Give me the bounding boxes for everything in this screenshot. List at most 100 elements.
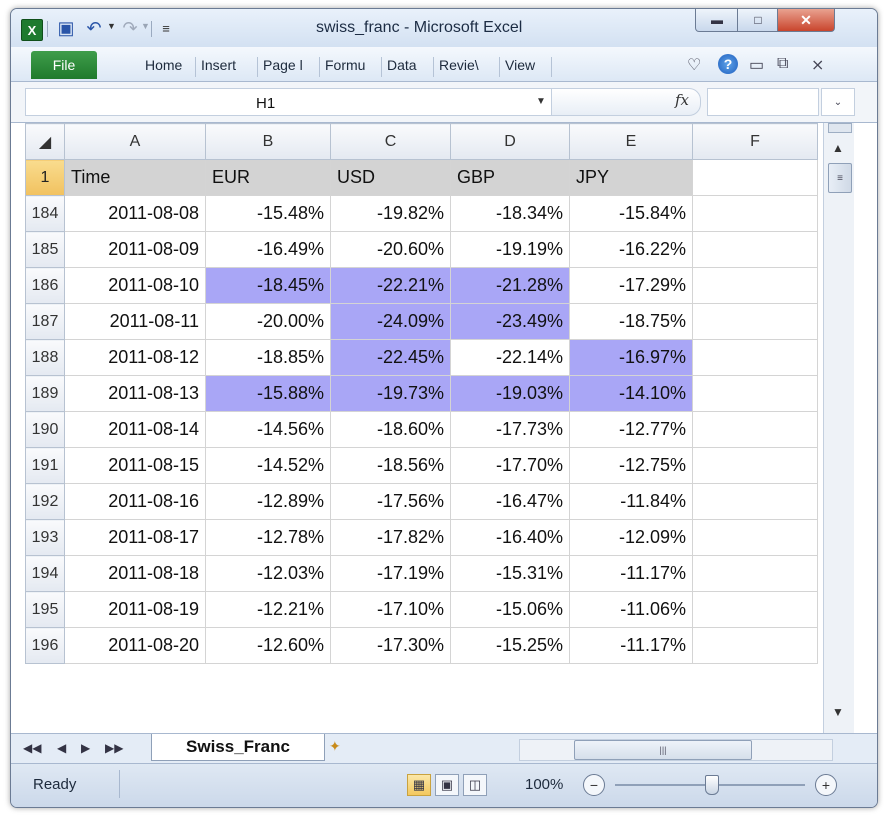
scroll-down-icon[interactable]: ▼ [832,705,844,719]
cell[interactable]: -12.78% [205,519,331,556]
cell[interactable] [692,303,818,340]
normal-view-button[interactable]: ▦ [407,774,431,796]
zoom-level[interactable]: 100% [525,776,563,793]
cell[interactable] [692,159,818,196]
row-header[interactable]: 193 [25,519,65,556]
maximize-button[interactable]: □ [737,9,779,32]
cell[interactable]: -12.89% [205,483,331,520]
excel-logo-icon[interactable]: X [21,19,43,41]
cell[interactable]: -14.52% [205,447,331,484]
cell[interactable]: 2011-08-16 [64,483,206,520]
prev-sheet-icon[interactable]: ◀ [57,741,66,755]
horizontal-scrollbar[interactable]: ||| [519,739,833,761]
cell[interactable]: -20.00% [205,303,331,340]
undo-dropdown-icon[interactable]: ▼ [107,21,116,31]
cell[interactable]: -15.31% [450,555,570,592]
column-header-c[interactable]: C [330,123,451,160]
cell[interactable] [692,375,818,412]
row-header[interactable]: 186 [25,267,65,304]
cell[interactable]: 2011-08-11 [64,303,206,340]
name-box-dropdown-icon[interactable]: ▼ [536,96,546,107]
sheet-tab-swiss-franc[interactable]: Swiss_Franc [151,734,325,761]
cell[interactable] [692,267,818,304]
row-header[interactable]: 188 [25,339,65,376]
select-all-corner[interactable]: ◢ [25,123,65,160]
undo-icon[interactable]: ↶ [83,17,105,39]
cell[interactable]: 2011-08-13 [64,375,206,412]
workbook-close-icon[interactable]: ⨯ [811,55,824,75]
cell[interactable] [692,483,818,520]
tab-insert[interactable]: Insert [201,57,253,73]
column-header-b[interactable]: B [205,123,331,160]
insert-sheet-icon[interactable]: ✦ [329,738,363,758]
minimize-button[interactable]: ▬ [695,9,739,32]
cell[interactable] [692,411,818,448]
cell[interactable]: -15.06% [450,591,570,628]
cell[interactable]: -15.84% [569,195,693,232]
cell[interactable]: -17.73% [450,411,570,448]
row-header[interactable]: 184 [25,195,65,232]
cell[interactable]: -14.10% [569,375,693,412]
cell[interactable]: -12.77% [569,411,693,448]
cell[interactable]: -22.21% [330,267,451,304]
row-header[interactable]: 1 [25,159,65,196]
column-header-e[interactable]: E [569,123,693,160]
cell[interactable]: -17.70% [450,447,570,484]
row-header[interactable]: 187 [25,303,65,340]
cell[interactable]: 2011-08-08 [64,195,206,232]
cell[interactable]: USD [330,159,451,196]
cell[interactable]: 2011-08-15 [64,447,206,484]
cell[interactable]: -24.09% [330,303,451,340]
cell[interactable] [692,339,818,376]
insert-function-icon[interactable]: fx [675,91,689,109]
cell[interactable]: -17.30% [330,627,451,664]
cell[interactable]: -18.85% [205,339,331,376]
cell[interactable]: 2011-08-20 [64,627,206,664]
cell[interactable]: -18.75% [569,303,693,340]
row-header[interactable]: 195 [25,591,65,628]
cell[interactable]: -17.82% [330,519,451,556]
zoom-in-button[interactable]: + [815,774,837,796]
cell[interactable] [692,519,818,556]
column-header-d[interactable]: D [450,123,570,160]
cell[interactable]: -11.84% [569,483,693,520]
cell[interactable]: 2011-08-09 [64,231,206,268]
cell[interactable]: -16.40% [450,519,570,556]
cell[interactable]: 2011-08-12 [64,339,206,376]
row-header[interactable]: 189 [25,375,65,412]
save-icon[interactable]: ▣ [55,17,77,39]
cell[interactable]: -21.28% [450,267,570,304]
cell[interactable] [692,555,818,592]
cell[interactable]: -17.10% [330,591,451,628]
column-header-a[interactable]: A [64,123,206,160]
last-sheet-icon[interactable]: ▶▶ [105,741,123,755]
cell[interactable]: EUR [205,159,331,196]
cell[interactable]: -19.73% [330,375,451,412]
cell[interactable]: -15.48% [205,195,331,232]
cell[interactable]: -17.29% [569,267,693,304]
tab-file[interactable]: File [31,51,97,79]
cell[interactable]: -16.47% [450,483,570,520]
tab-home[interactable]: Home [145,57,191,73]
split-box[interactable] [828,123,852,133]
cell[interactable]: -12.60% [205,627,331,664]
row-header[interactable]: 190 [25,411,65,448]
cell[interactable]: -19.03% [450,375,570,412]
cell[interactable]: -19.82% [330,195,451,232]
zoom-slider-thumb[interactable] [705,775,719,795]
tab-page-layout[interactable]: Page l [263,57,315,73]
column-header-f[interactable]: F [692,123,818,160]
cell[interactable] [692,447,818,484]
cell[interactable]: -11.17% [569,555,693,592]
cell[interactable]: -16.49% [205,231,331,268]
workbook-restore-icon[interactable]: ⧉ [777,55,788,73]
row-header[interactable]: 194 [25,555,65,592]
cell[interactable]: -12.75% [569,447,693,484]
cell[interactable]: -22.45% [330,339,451,376]
cell[interactable]: -18.60% [330,411,451,448]
cell[interactable]: Time [64,159,206,196]
cell[interactable]: -15.25% [450,627,570,664]
cell[interactable]: -19.19% [450,231,570,268]
cell[interactable]: JPY [569,159,693,196]
cell[interactable] [692,231,818,268]
